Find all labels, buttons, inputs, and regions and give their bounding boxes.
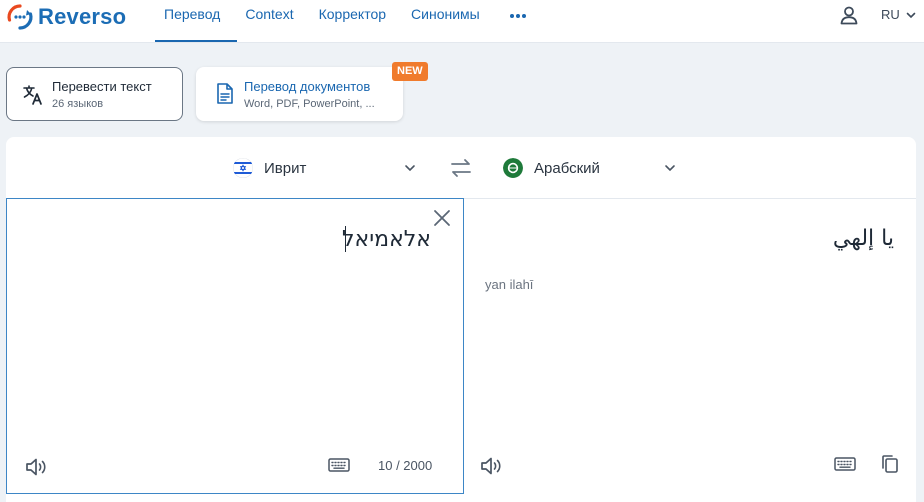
character-counter: 10 / 2000 — [378, 458, 433, 473]
reverso-logo[interactable]: Reverso — [6, 2, 126, 32]
translate-documents-mode-card[interactable]: Перевод документов Word, PDF, PowerPoint… — [196, 67, 403, 121]
ui-language-selector[interactable]: RU — [881, 7, 916, 22]
nav-tab-synonyms[interactable]: Синонимы — [403, 0, 497, 42]
chevron-down-icon — [906, 12, 916, 18]
nav-tab-context[interactable]: Context — [237, 0, 310, 42]
translate-documents-title: Перевод документов — [244, 79, 371, 94]
source-language-name: Иврит — [264, 159, 307, 177]
translation-output-area: يا إلهي yan ilahī — [464, 198, 916, 494]
source-text[interactable]: אלאמיאל — [342, 227, 431, 252]
language-bar: Иврит Арабский — [6, 137, 916, 199]
source-text-area[interactable]: אלאמיאל 10 / 2000 — [6, 198, 464, 494]
transliteration-text: yan ilahī — [485, 277, 534, 292]
chevron-down-icon — [405, 165, 416, 172]
saudi-flag-icon — [503, 158, 523, 178]
chevron-down-icon — [665, 165, 675, 172]
new-badge: NEW — [392, 62, 428, 81]
swap-languages-icon[interactable] — [450, 158, 472, 178]
translate-text-mode-card[interactable]: Перевести текст 26 языков — [6, 67, 183, 121]
keyboard-icon[interactable] — [328, 457, 350, 473]
top-navigation-bar: Reverso Перевод Context Корректор Синони… — [0, 0, 924, 43]
ui-language-label: RU — [881, 7, 900, 22]
document-icon — [217, 83, 233, 104]
document-formats: Word, PDF, PowerPoint, ... — [244, 98, 375, 110]
target-language-name: Арабский — [534, 159, 600, 177]
translation-text: يا إلهي — [832, 226, 894, 251]
reverso-logo-icon — [7, 4, 33, 30]
languages-count: 26 языков — [52, 98, 104, 110]
source-language-selector[interactable]: Иврит — [233, 156, 416, 180]
speaker-icon[interactable] — [479, 455, 503, 477]
translate-icon — [23, 85, 42, 105]
israel-flag-icon — [233, 158, 253, 178]
close-icon[interactable] — [433, 209, 451, 227]
more-dots-icon[interactable] — [508, 6, 528, 26]
copy-icon[interactable] — [881, 454, 899, 474]
user-icon[interactable] — [838, 4, 860, 26]
target-language-selector[interactable]: Арабский — [503, 156, 676, 180]
text-cursor — [345, 226, 346, 252]
keyboard-icon[interactable] — [834, 456, 856, 472]
brand-name: Reverso — [38, 4, 127, 29]
translator-panel: Иврит Арабский אלאמיאל 10 / 2000 يا إلهي… — [6, 137, 916, 502]
nav-tab-corrector[interactable]: Корректор — [311, 0, 403, 42]
nav-tab-translate[interactable]: Перевод — [155, 0, 238, 42]
speaker-icon[interactable] — [24, 456, 48, 478]
main-nav: Перевод Context Корректор Синонимы — [155, 0, 497, 42]
translate-text-title: Перевести текст — [52, 79, 152, 94]
